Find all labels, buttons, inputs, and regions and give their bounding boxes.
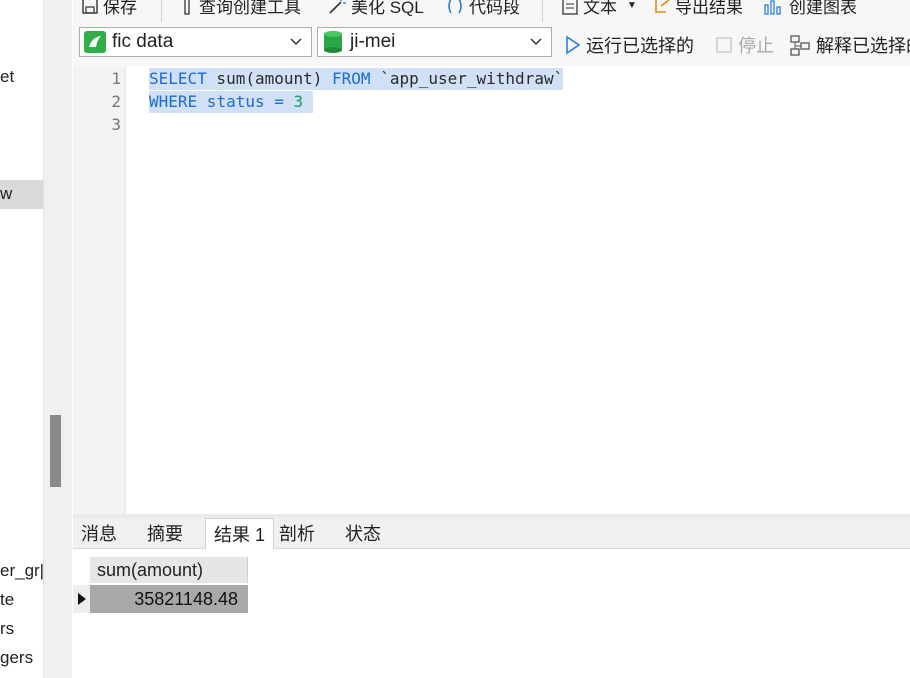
code-snippet-label: 代码段 — [469, 0, 520, 17]
code-snippet-button[interactable]: 代码段 — [445, 0, 520, 18]
sql-column: status — [197, 92, 275, 111]
export-results-button[interactable]: 导出结果 — [653, 0, 743, 18]
beautify-sql-button[interactable]: 美化 SQL — [327, 0, 424, 18]
dropdown-arrow-icon: ▼ — [627, 0, 637, 11]
sql-table-name: `app_user_withdraw` — [370, 69, 564, 88]
result-grid: sum(amount) 35821148.48 — [73, 549, 910, 678]
text-mode-label: 文本 — [583, 0, 617, 17]
connection-select[interactable]: fic data — [79, 27, 312, 57]
connection-icon — [84, 31, 106, 53]
explain-icon — [790, 35, 810, 56]
save-button[interactable]: 保存 — [81, 0, 137, 18]
code-snippet-icon — [448, 0, 462, 13]
navigator-item[interactable]: et — [0, 67, 14, 87]
database-value: ji-mei — [350, 31, 396, 52]
line-number-gutter: 1 2 3 — [73, 66, 126, 514]
toolbar-divider — [161, 0, 162, 22]
line-number: 2 — [111, 92, 121, 111]
navigator-item[interactable]: gers — [0, 648, 33, 668]
line-number: 3 — [111, 115, 121, 134]
run-selected-label: 运行已选择的 — [586, 36, 694, 56]
save-label: 保存 — [103, 0, 137, 17]
navigator-item-selected[interactable]: w — [0, 184, 12, 204]
chart-icon — [764, 0, 781, 15]
beautify-sql-label: 美化 SQL — [351, 0, 424, 17]
query-toolbar: fic data ji-mei 运行已选择的 停止 解释已选择的 — [73, 22, 910, 67]
code-line-1[interactable]: SELECT sum(amount) FROM `app_user_withdr… — [149, 68, 564, 90]
row-indicator[interactable] — [73, 585, 90, 613]
query-builder-icon — [184, 0, 190, 15]
tab-result-1[interactable]: 结果 1 — [205, 518, 275, 549]
stop-button[interactable]: 停止 — [715, 32, 774, 58]
navigator-item[interactable]: te — [0, 590, 14, 610]
create-chart-label: 创建图表 — [789, 0, 857, 17]
navigator-item[interactable]: er_gr| — [0, 561, 43, 581]
database-select[interactable]: ji-mei — [317, 27, 552, 57]
sql-keyword: SELECT — [149, 69, 207, 88]
editor-toolbar-top: 保存 查询创建工具 美化 SQL 代码段 文本 ▼ 导出结果 创建图表 — [73, 0, 910, 22]
current-row-arrow-icon — [78, 593, 86, 605]
tab-profile[interactable]: 剖析 — [271, 518, 323, 548]
connection-value: fic data — [112, 31, 174, 52]
sql-keyword: WHERE — [149, 92, 198, 111]
chevron-down-icon — [530, 38, 542, 46]
chevron-down-icon — [290, 38, 302, 46]
sql-expression: sum(amount) — [206, 69, 333, 88]
sql-operator: = — [274, 92, 284, 111]
scrollbar-thumb[interactable] — [50, 415, 61, 487]
toolbar-divider — [542, 0, 543, 22]
sql-keyword: FROM — [332, 69, 371, 88]
text-document-icon — [562, 0, 578, 15]
stop-icon — [716, 37, 732, 53]
magic-wand-icon — [329, 0, 346, 14]
text-mode-button[interactable]: 文本 ▼ — [561, 0, 637, 18]
line-number: 1 — [111, 69, 121, 88]
tab-messages[interactable]: 消息 — [73, 518, 125, 548]
object-navigator-pane: et w er_gr| te rs gers — [0, 0, 44, 678]
query-builder-button[interactable]: 查询创建工具 — [181, 0, 301, 18]
export-results-label: 导出结果 — [675, 0, 743, 17]
column-header[interactable]: sum(amount) — [90, 557, 248, 583]
code-line-2[interactable]: WHERE status = 3 — [149, 91, 313, 113]
explain-selected-label: 解释已选择的 — [816, 36, 910, 56]
query-builder-label: 查询创建工具 — [199, 0, 301, 17]
tab-status[interactable]: 状态 — [337, 518, 389, 548]
play-icon — [566, 35, 581, 55]
tab-summary[interactable]: 摘要 — [139, 518, 191, 548]
navigator-item[interactable]: rs — [0, 619, 14, 639]
sql-number: 3 — [283, 92, 304, 111]
database-icon — [324, 31, 342, 53]
save-icon — [82, 0, 98, 14]
table-cell[interactable]: 35821148.48 — [90, 585, 248, 613]
sql-editor[interactable]: 1 2 3 SELECT sum(amount) FROM `app_user_… — [73, 66, 910, 514]
run-selected-button[interactable]: 运行已选择的 — [565, 32, 694, 58]
explain-selected-button[interactable]: 解释已选择的 — [789, 32, 910, 58]
export-icon — [655, 0, 670, 13]
stop-label: 停止 — [738, 36, 774, 56]
pane-splitter[interactable] — [44, 0, 72, 678]
result-tabs: 消息 摘要 结果 1 剖析 状态 — [73, 518, 910, 549]
create-chart-button[interactable]: 创建图表 — [763, 0, 857, 18]
